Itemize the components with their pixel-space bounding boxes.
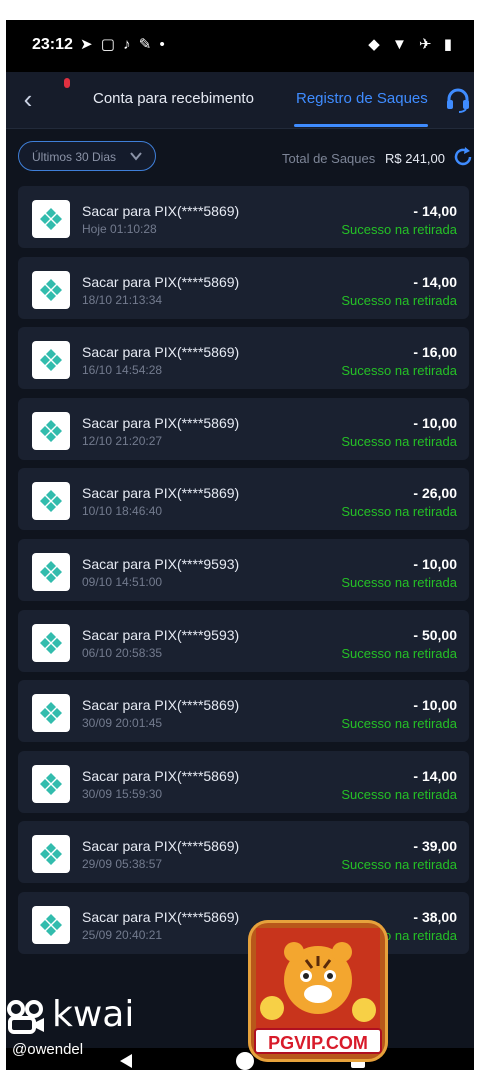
pix-icon [32,411,70,450]
pix-icon [32,835,70,874]
status-time: 23:12 [32,36,73,53]
date-filter-label: Últimos 30 Dias [32,150,117,164]
withdrawal-title: Sacar para PIX(****5869) [82,909,240,925]
withdrawal-title: Sacar para PIX(****5869) [82,203,240,219]
withdrawal-item[interactable]: Sacar para PIX(****9593) 09/10 14:51:00 - … [18,539,469,601]
withdrawal-amount: - 50,00 [413,626,457,643]
phone-screen: 23:12 ➤ ▢ ♪ ✎ • ◆ ▼ ✈ ▮ ‹ Conta para rec… [6,20,474,1070]
total-label: Total de Saques [282,151,376,166]
pix-icon [32,553,70,591]
withdrawal-status: Sucesso na retirada [341,716,457,732]
withdrawal-title: Sacar para PIX(****5869) [82,414,240,431]
withdrawal-item[interactable]: Sacar para PIX(****5869) 30/09 15:59:30 - … [18,750,469,813]
status-bar: 23:12 ➤ ▢ ♪ ✎ • ◆ ▼ ✈ ▮ [6,20,474,72]
withdrawal-status: Sucesso na retirada [341,786,457,802]
withdrawal-amount: - 10,00 [413,414,457,431]
withdrawal-amount: - 14,00 [413,273,457,290]
withdrawal-amount: - 10,00 [413,697,457,714]
withdrawal-item[interactable]: Sacar para PIX(****5869) 30/09 20:01:45 - … [18,680,469,743]
nav-back-icon[interactable] [120,1054,132,1068]
pix-icon [32,764,70,803]
withdrawal-status: Sucesso na retirada [341,292,457,308]
nav-home-icon[interactable] [236,1052,254,1070]
date-filter-select[interactable]: Últimos 30 Dias [18,141,156,171]
pix-icon [32,623,70,662]
withdrawal-amount: - 10,00 [413,556,457,572]
withdrawal-status: Sucesso na retirada [341,363,457,379]
pix-icon [32,270,70,309]
headset-icon[interactable] [444,86,472,114]
withdrawal-item[interactable]: Sacar para PIX(****5869) 25/09 20:40:21 - … [18,892,469,954]
pix-icon [32,694,70,733]
kwai-watermark: kwai [6,994,146,1038]
withdrawal-title: Sacar para PIX(****5869) [82,344,240,361]
withdrawal-title: Sacar para PIX(****5869) [82,697,240,714]
kwai-logo-icon [7,1000,44,1034]
withdrawal-date: 12/10 21:20:27 [82,433,163,448]
withdrawal-amount: - 39,00 [413,838,457,855]
withdrawal-date: 25/09 20:40:21 [82,928,163,942]
notification-dot [64,78,70,88]
chevron-down-icon [130,152,142,161]
withdrawal-date: 10/10 18:46:40 [82,504,163,519]
withdrawal-item[interactable]: Sacar para PIX(****5869) 10/10 18:46:40 - … [18,468,469,531]
back-button[interactable]: ‹ [16,86,40,114]
withdrawal-amount: - 14,00 [413,767,457,784]
withdrawal-amount: - 38,00 [413,909,457,925]
withdrawal-status: Sucesso na retirada [341,575,457,590]
withdrawal-title: Sacar para PIX(****5869) [82,273,240,290]
pix-icon [32,200,70,238]
tiger-mascot-icon [256,928,380,1028]
promo-badge[interactable]: PGVIP.COM [248,920,388,1062]
withdrawal-status: Sucesso na retirada [341,645,457,661]
withdrawal-item[interactable]: Sacar para PIX(****5869) 18/10 21:13:34 - … [18,256,469,319]
chevron-left-icon: ‹ [23,84,33,114]
withdrawal-item[interactable]: Sacar para PIX(****5869) Hoje 01:10:28 - 1… [18,186,469,248]
withdrawal-item[interactable]: Sacar para PIX(****5869) 29/09 05:38:57 - … [18,821,469,884]
withdrawal-date: 30/09 15:59:30 [82,786,163,801]
promo-label: PGVIP.COM [254,1028,382,1054]
app-header: ‹ Conta para recebimento Registro de Saq… [6,72,474,129]
total-value: R$ 241,00 [385,151,445,166]
withdrawal-title: Sacar para PIX(****5869) [82,838,240,855]
withdrawal-amount: - 16,00 [413,344,457,361]
pix-icon [32,906,70,944]
withdrawal-amount: - 26,00 [413,485,457,502]
tab-registro-saques[interactable]: Registro de Saques [296,90,428,107]
tab-conta-recebimento[interactable]: Conta para recebimento [93,90,254,107]
withdrawal-item[interactable]: Sacar para PIX(****5869) 12/10 21:20:27 - … [18,397,469,460]
withdrawal-item[interactable]: Sacar para PIX(****5869) 16/10 14:54:28 - … [18,327,469,390]
withdrawal-title: Sacar para PIX(****9593) [82,626,240,643]
withdrawal-date: 16/10 14:54:28 [82,363,163,378]
withdrawal-status: Sucesso na retirada [341,504,457,520]
kwai-handle: @owendel [12,1041,84,1058]
withdrawal-status: Sucesso na retirada [341,433,457,449]
withdrawal-date: 06/10 20:58:35 [82,645,163,660]
withdrawal-amount: - 14,00 [413,203,457,219]
refresh-icon[interactable] [452,146,474,168]
withdrawal-date: Hoje 01:10:28 [82,222,157,236]
active-tab-indicator [294,124,428,127]
system-icons: ◆ ▼ ✈ ▮ [368,36,456,53]
withdrawal-date: 29/09 05:38:57 [82,857,163,872]
withdrawal-date: 09/10 14:51:00 [82,575,163,589]
withdrawal-title: Sacar para PIX(****5869) [82,485,240,502]
withdrawal-date: 18/10 21:13:34 [82,292,163,307]
notification-icons: ➤ ▢ ♪ ✎ • [80,36,167,53]
withdrawal-status: Sucesso na retirada [341,222,457,237]
pix-icon [32,341,70,380]
withdrawal-item[interactable]: Sacar para PIX(****9593) 06/10 20:58:35 - … [18,609,469,672]
withdrawal-title: Sacar para PIX(****5869) [82,767,240,784]
withdrawal-title: Sacar para PIX(****9593) [82,556,240,572]
pix-icon [32,482,70,521]
kwai-brand-text: kwai [52,994,135,1035]
withdrawal-status: Sucesso na retirada [341,857,457,873]
withdrawal-date: 30/09 20:01:45 [82,716,163,731]
